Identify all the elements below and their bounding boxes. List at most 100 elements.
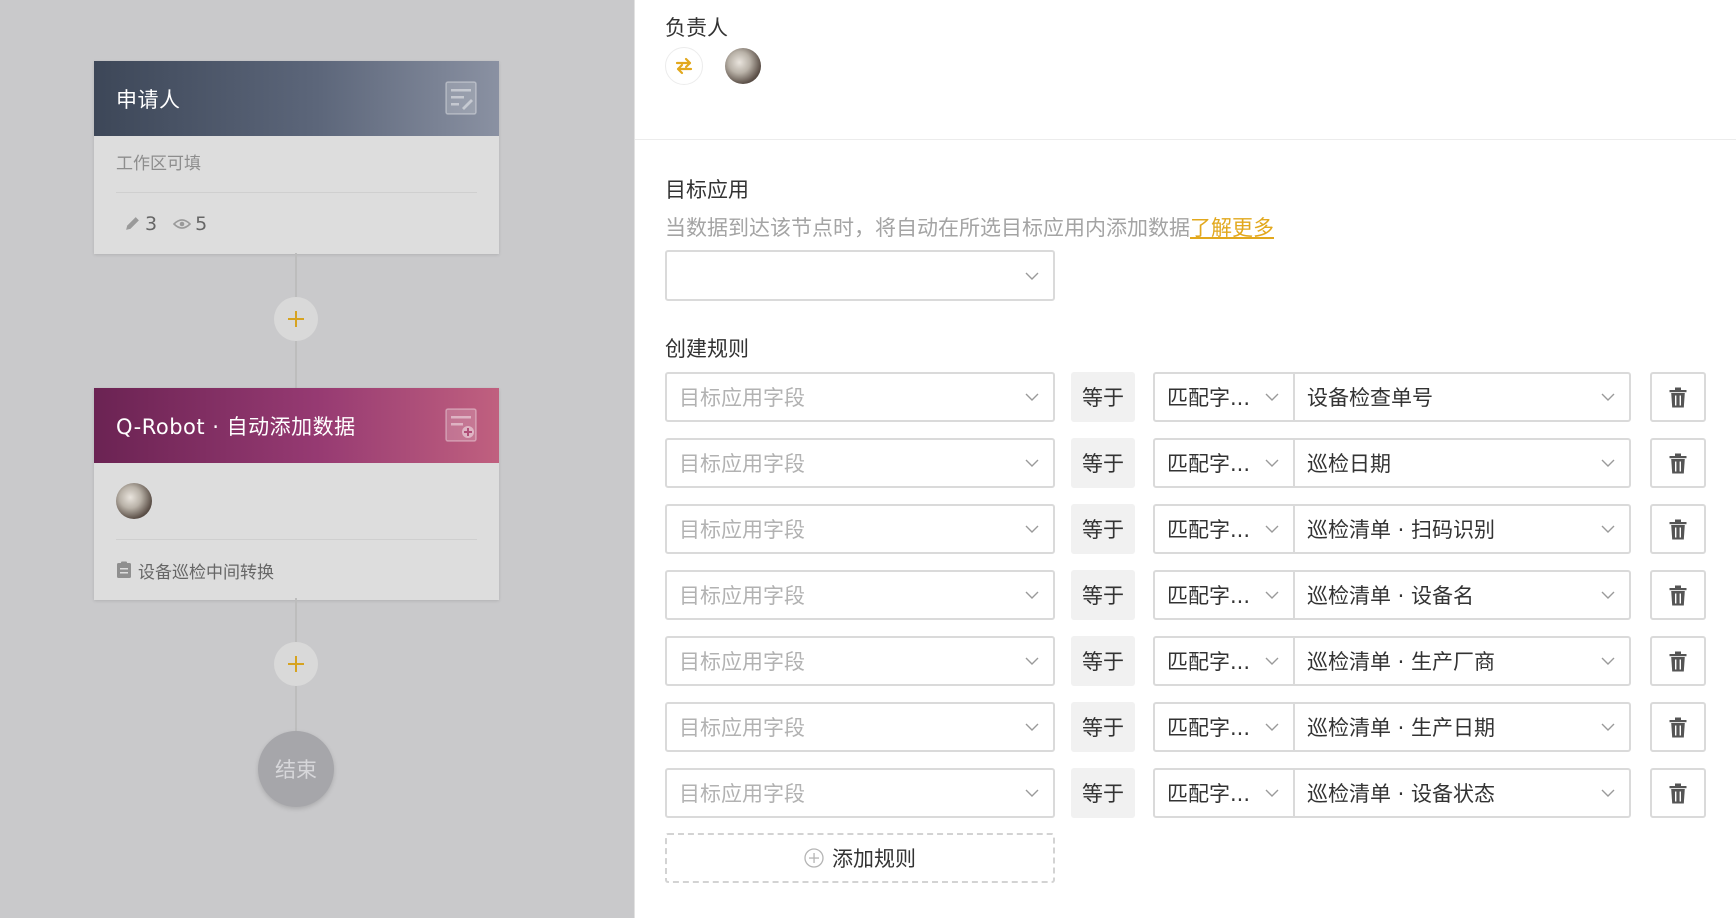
target-field-select[interactable]: 目标应用字段 — [665, 504, 1055, 554]
source-field-value: 设备检查单号 — [1307, 386, 1433, 410]
target-field-placeholder: 目标应用字段 — [679, 452, 805, 476]
target-field-select[interactable]: 目标应用字段 — [665, 372, 1055, 422]
chevron-down-icon — [1265, 393, 1279, 401]
delete-rule-button[interactable] — [1650, 504, 1706, 554]
owner-avatar[interactable] — [725, 48, 761, 84]
target-field-placeholder: 目标应用字段 — [679, 650, 805, 674]
robot-node-title: Q-Robot · 自动添加数据 — [116, 414, 356, 439]
swap-owner-button[interactable] — [665, 47, 703, 85]
target-field-select[interactable]: 目标应用字段 — [665, 570, 1055, 620]
match-mode-select[interactable]: 匹配字... — [1153, 768, 1295, 818]
edit-count: 3 — [124, 213, 157, 235]
trash-icon — [1669, 717, 1687, 737]
chevron-down-icon — [1025, 591, 1039, 599]
avatar — [116, 483, 152, 519]
section-divider — [635, 139, 1736, 140]
source-field-select[interactable]: 巡检日期 — [1294, 438, 1631, 488]
match-mode-select[interactable]: 匹配字... — [1153, 636, 1295, 686]
source-field-value: 巡检清单 · 生产厂商 — [1307, 650, 1496, 674]
target-field-placeholder: 目标应用字段 — [679, 716, 805, 740]
target-field-select[interactable]: 目标应用字段 — [665, 702, 1055, 752]
clipboard-icon — [117, 561, 131, 578]
operator-label: 等于 — [1071, 372, 1135, 422]
chevron-down-icon — [1601, 459, 1615, 467]
end-node: 结束 — [258, 731, 334, 807]
trash-icon — [1669, 387, 1687, 407]
applicant-node-stats: 3 5 — [116, 193, 477, 254]
operator-label: 等于 — [1071, 438, 1135, 488]
chevron-down-icon — [1025, 789, 1039, 797]
delete-rule-button[interactable] — [1650, 570, 1706, 620]
delete-rule-button[interactable] — [1650, 372, 1706, 422]
match-mode-value: 匹配字... — [1167, 584, 1251, 608]
plus-icon — [288, 656, 304, 672]
operator-label: 等于 — [1071, 768, 1135, 818]
source-field-select[interactable]: 巡检清单 · 扫码识别 — [1294, 504, 1631, 554]
source-field-select[interactable]: 巡检清单 · 设备名 — [1294, 570, 1631, 620]
match-mode-select[interactable]: 匹配字... — [1153, 372, 1295, 422]
source-app-name: 设备巡检中间转换 — [138, 562, 274, 583]
match-mode-select[interactable]: 匹配字... — [1153, 504, 1295, 554]
delete-rule-button[interactable] — [1650, 438, 1706, 488]
target-field-placeholder: 目标应用字段 — [679, 386, 805, 410]
operator-label: 等于 — [1071, 570, 1135, 620]
target-app-select[interactable] — [665, 250, 1055, 301]
target-field-placeholder: 目标应用字段 — [679, 584, 805, 608]
node-config-panel: 负责人 目标应用 当数据到达该节点时，将自动在所选目标应用内添加数据了解更多 创… — [634, 0, 1736, 918]
target-app-description-text: 当数据到达该节点时，将自动在所选目标应用内添加数据 — [665, 216, 1190, 240]
chevron-down-icon — [1601, 525, 1615, 533]
plus-icon — [288, 311, 304, 327]
match-mode-select[interactable]: 匹配字... — [1153, 438, 1295, 488]
chevron-down-icon — [1265, 459, 1279, 467]
chevron-down-icon — [1025, 525, 1039, 533]
applicant-node-subtitle: 工作区可填 — [116, 136, 477, 193]
target-field-select[interactable]: 目标应用字段 — [665, 636, 1055, 686]
applicant-node-header: 申请人 — [94, 61, 499, 136]
source-field-select[interactable]: 巡检清单 · 设备状态 — [1294, 768, 1631, 818]
source-field-value: 巡检清单 · 设备名 — [1307, 584, 1475, 608]
match-mode-value: 匹配字... — [1167, 518, 1251, 542]
match-mode-select[interactable]: 匹配字... — [1153, 570, 1295, 620]
operator-label: 等于 — [1071, 702, 1135, 752]
chevron-down-icon — [1025, 723, 1039, 731]
target-app-title: 目标应用 — [665, 178, 749, 202]
chevron-down-icon — [1601, 393, 1615, 401]
learn-more-link[interactable]: 了解更多 — [1190, 216, 1274, 240]
match-mode-select[interactable]: 匹配字... — [1153, 702, 1295, 752]
chevron-down-icon — [1265, 525, 1279, 533]
trash-icon — [1669, 519, 1687, 539]
delete-rule-button[interactable] — [1650, 636, 1706, 686]
match-mode-value: 匹配字... — [1167, 386, 1251, 410]
delete-rule-button[interactable] — [1650, 702, 1706, 752]
applicant-node-card[interactable]: 申请人 工作区可填 3 5 — [94, 61, 499, 254]
applicant-node-title: 申请人 — [116, 87, 181, 112]
trash-icon — [1669, 651, 1687, 671]
source-field-value: 巡检日期 — [1307, 452, 1391, 476]
source-field-value: 巡检清单 · 生产日期 — [1307, 716, 1496, 740]
add-node-button[interactable] — [274, 297, 318, 341]
edit-count-value: 3 — [145, 212, 158, 235]
delete-rule-button[interactable] — [1650, 768, 1706, 818]
target-field-select[interactable]: 目标应用字段 — [665, 438, 1055, 488]
robot-node-card[interactable]: Q-Robot · 自动添加数据 设备巡检中间转换 — [94, 388, 499, 600]
trash-icon — [1669, 783, 1687, 803]
source-field-select[interactable]: 设备检查单号 — [1294, 372, 1631, 422]
target-field-select[interactable]: 目标应用字段 — [665, 768, 1055, 818]
source-field-select[interactable]: 巡检清单 · 生产日期 — [1294, 702, 1631, 752]
operator-label: 等于 — [1071, 636, 1135, 686]
chevron-down-icon — [1025, 459, 1039, 467]
target-app-description: 当数据到达该节点时，将自动在所选目标应用内添加数据了解更多 — [665, 212, 1274, 242]
trash-icon — [1669, 585, 1687, 605]
view-count: 5 — [173, 213, 207, 235]
pencil-icon — [126, 217, 139, 230]
owner-row — [665, 47, 761, 85]
source-field-value: 巡检清单 · 设备状态 — [1307, 782, 1496, 806]
plus-circle-icon — [804, 848, 824, 868]
add-node-button[interactable] — [274, 642, 318, 686]
trash-icon — [1669, 453, 1687, 473]
chevron-down-icon — [1265, 723, 1279, 731]
operator-label: 等于 — [1071, 504, 1135, 554]
chevron-down-icon — [1601, 789, 1615, 797]
add-rule-button[interactable]: 添加规则 — [665, 833, 1055, 883]
source-field-select[interactable]: 巡检清单 · 生产厂商 — [1294, 636, 1631, 686]
